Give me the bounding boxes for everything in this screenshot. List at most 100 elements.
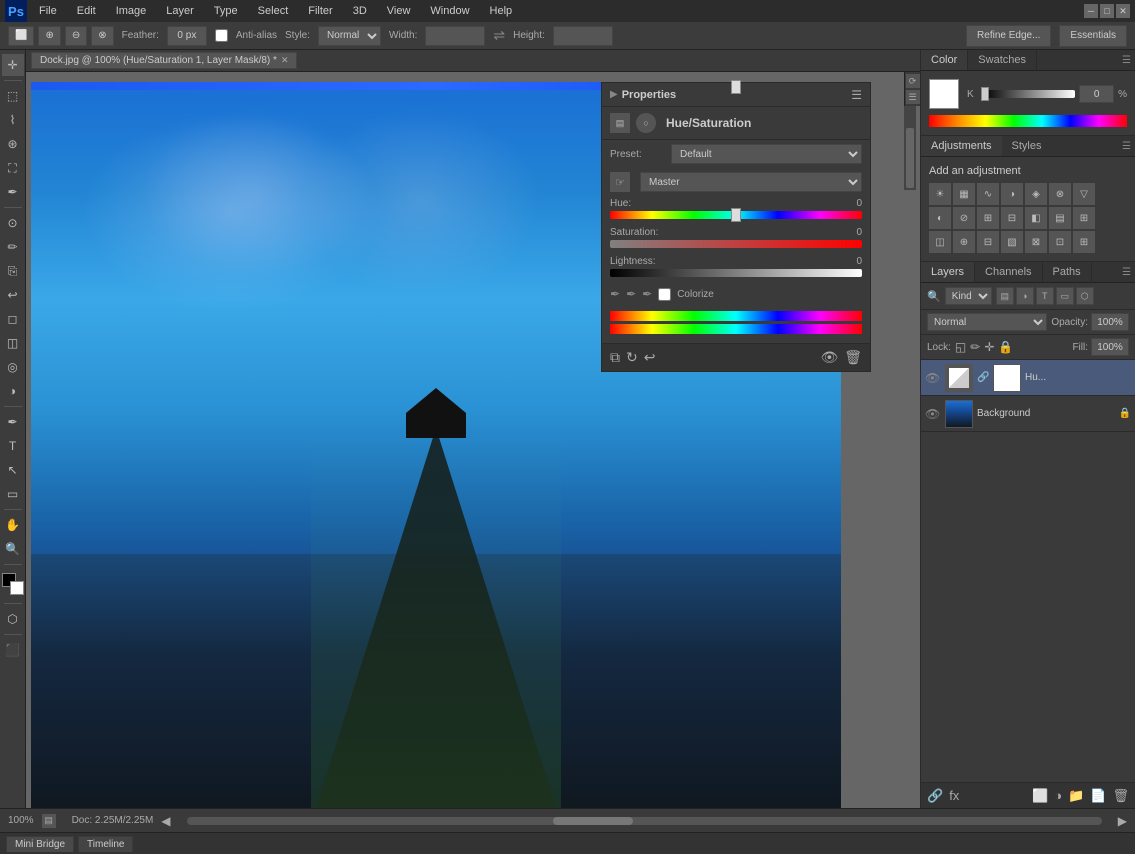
filter-adj-icon[interactable]: ◑ — [1016, 287, 1034, 305]
vibrance-icon[interactable]: ◈ — [1025, 183, 1047, 205]
zoom-tool[interactable]: 🔍 — [2, 538, 24, 560]
panel-expand-btn[interactable]: ☰ — [851, 88, 862, 102]
add-select-btn[interactable]: ⊕ — [38, 26, 60, 46]
colorize-checkbox[interactable] — [658, 288, 671, 301]
add-adjustment-icon[interactable]: ◑ — [1054, 788, 1062, 804]
move-tool[interactable]: ✛ — [2, 54, 24, 76]
adj-extra5[interactable]: ⊞ — [1073, 231, 1095, 253]
layers-menu[interactable]: ☰ — [1118, 262, 1135, 282]
screen-mode-tool[interactable]: ⬛ — [2, 639, 24, 661]
channel-select[interactable]: Master — [640, 172, 862, 192]
blend-mode-select[interactable]: Normal — [927, 313, 1047, 331]
essentials-button[interactable]: Essentials — [1059, 25, 1127, 47]
gradient-tool[interactable]: ◫ — [2, 332, 24, 354]
horizontal-scrollbar[interactable] — [187, 817, 1102, 825]
visibility-icon[interactable]: 👁 — [820, 349, 838, 366]
channel-mixer-icon[interactable]: ⊞ — [977, 207, 999, 229]
opacity-input[interactable] — [1091, 313, 1129, 331]
preset-select[interactable]: Default — [671, 144, 862, 164]
filter-smart-icon[interactable]: ⬡ — [1076, 287, 1094, 305]
path-select-tool[interactable]: ↖ — [2, 459, 24, 481]
new-layer-icon[interactable]: 📄 — [1090, 788, 1106, 804]
lock-position-icon[interactable]: ✛ — [984, 340, 994, 354]
eyedropper3-icon[interactable]: ✒ — [642, 287, 652, 301]
fg-bg-colors[interactable] — [2, 573, 24, 595]
filter-type-icon[interactable]: T — [1036, 287, 1054, 305]
eyedropper1-icon[interactable]: ✒ — [610, 287, 620, 301]
exposure-icon[interactable]: ◑ — [1001, 183, 1023, 205]
invert-icon[interactable]: ◧ — [1025, 207, 1047, 229]
lightness-thumb[interactable] — [731, 80, 741, 94]
color-balance-icon[interactable]: ▽ — [1073, 183, 1095, 205]
tab-paths[interactable]: Paths — [1043, 262, 1092, 282]
adj-extra3[interactable]: ⊠ — [1025, 231, 1047, 253]
dodge-tool[interactable]: ◑ — [2, 380, 24, 402]
menu-type[interactable]: Type — [210, 3, 242, 19]
adj-extra2[interactable]: ▧ — [1001, 231, 1023, 253]
hand-tool[interactable]: ✋ — [2, 514, 24, 536]
spot-heal-tool[interactable]: ⊙ — [2, 212, 24, 234]
lock-image-icon[interactable]: ✏ — [970, 340, 980, 354]
pen-tool[interactable]: ✒ — [2, 411, 24, 433]
props-circle-icon[interactable]: ○ — [636, 113, 656, 133]
type-tool[interactable]: T — [2, 435, 24, 457]
lock-transparent-icon[interactable]: ◱ — [955, 340, 966, 354]
collapse-icon[interactable]: ▶ — [610, 89, 618, 100]
undo-icon[interactable]: ↩ — [644, 349, 656, 366]
tab-color[interactable]: Color — [921, 50, 968, 70]
delete-layer-icon[interactable]: 🗑 — [1112, 788, 1129, 804]
layer-link-icon[interactable]: 🔗 — [927, 788, 943, 804]
canvas-tab[interactable]: Dock.jpg @ 100% (Hue/Saturation 1, Layer… — [31, 52, 297, 69]
sub-select-btn[interactable]: ⊖ — [65, 26, 87, 46]
style-select[interactable]: Normal — [318, 26, 381, 46]
blur-tool[interactable]: ◎ — [2, 356, 24, 378]
crop-tool[interactable]: ⛶ — [2, 157, 24, 179]
layer-visibility-husat[interactable]: 👁 — [925, 371, 941, 385]
menu-select[interactable]: Select — [254, 3, 293, 19]
menu-layer[interactable]: Layer — [162, 3, 198, 19]
photo-filter-icon[interactable]: ⊘ — [953, 207, 975, 229]
hue-thumb[interactable] — [731, 208, 741, 222]
width-input[interactable] — [425, 26, 485, 46]
h-scrollbar-thumb[interactable] — [553, 817, 633, 825]
add-mask-icon[interactable]: ⬜ — [1032, 788, 1048, 804]
adj-extra4[interactable]: ⊡ — [1049, 231, 1071, 253]
threshold-icon[interactable]: ⊞ — [1073, 207, 1095, 229]
vertical-scrollbar[interactable] — [904, 106, 916, 190]
tab-layers[interactable]: Layers — [921, 262, 975, 282]
zoom-indicator-btn[interactable]: ▤ — [42, 814, 56, 828]
layer-row-husat[interactable]: 👁 🔗 Hu... — [921, 360, 1135, 396]
eraser-tool[interactable]: ◻ — [2, 308, 24, 330]
tab-adjustments[interactable]: Adjustments — [921, 136, 1002, 156]
close-button[interactable]: ✕ — [1116, 4, 1130, 18]
tab-swatches[interactable]: Swatches — [968, 50, 1037, 70]
lasso-tool[interactable]: ⌇ — [2, 109, 24, 131]
menu-view[interactable]: View — [383, 3, 415, 19]
maximize-button[interactable]: □ — [1100, 4, 1114, 18]
scroll-left-btn[interactable]: ◀ — [161, 814, 170, 828]
shape-tool[interactable]: ▭ — [2, 483, 24, 505]
menu-filter[interactable]: Filter — [304, 3, 336, 19]
menu-help[interactable]: Help — [486, 3, 517, 19]
fill-input[interactable] — [1091, 338, 1129, 356]
feather-input[interactable] — [167, 26, 207, 46]
posterize-icon[interactable]: ▤ — [1049, 207, 1071, 229]
layer-visibility-bg[interactable]: 👁 — [925, 407, 941, 421]
layer-fx-icon[interactable]: fx — [949, 788, 959, 804]
rect-marquee-tool[interactable]: ⬚ — [2, 85, 24, 107]
adjustments-menu[interactable]: ☰ — [1118, 136, 1135, 156]
history-brush-tool[interactable]: ↩ — [2, 284, 24, 306]
brightness-contrast-icon[interactable]: ☀ — [929, 183, 951, 205]
filter-pixel-icon[interactable]: ▤ — [996, 287, 1014, 305]
channel-eyedropper-icon[interactable]: ☞ — [610, 172, 630, 192]
layer-row-background[interactable]: 👁 Background 🔒 — [921, 396, 1135, 432]
kind-select[interactable]: Kind — [945, 287, 992, 305]
selective-color-icon[interactable]: ⊕ — [953, 231, 975, 253]
k-slider-thumb[interactable] — [981, 87, 989, 101]
new-group-icon[interactable]: 📁 — [1068, 788, 1084, 804]
refine-edge-button[interactable]: Refine Edge... — [966, 25, 1051, 47]
menu-window[interactable]: Window — [426, 3, 473, 19]
rect-select-btn[interactable]: ⬜ — [8, 26, 34, 46]
minimize-button[interactable]: ─ — [1084, 4, 1098, 18]
tab-channels[interactable]: Channels — [975, 262, 1042, 282]
